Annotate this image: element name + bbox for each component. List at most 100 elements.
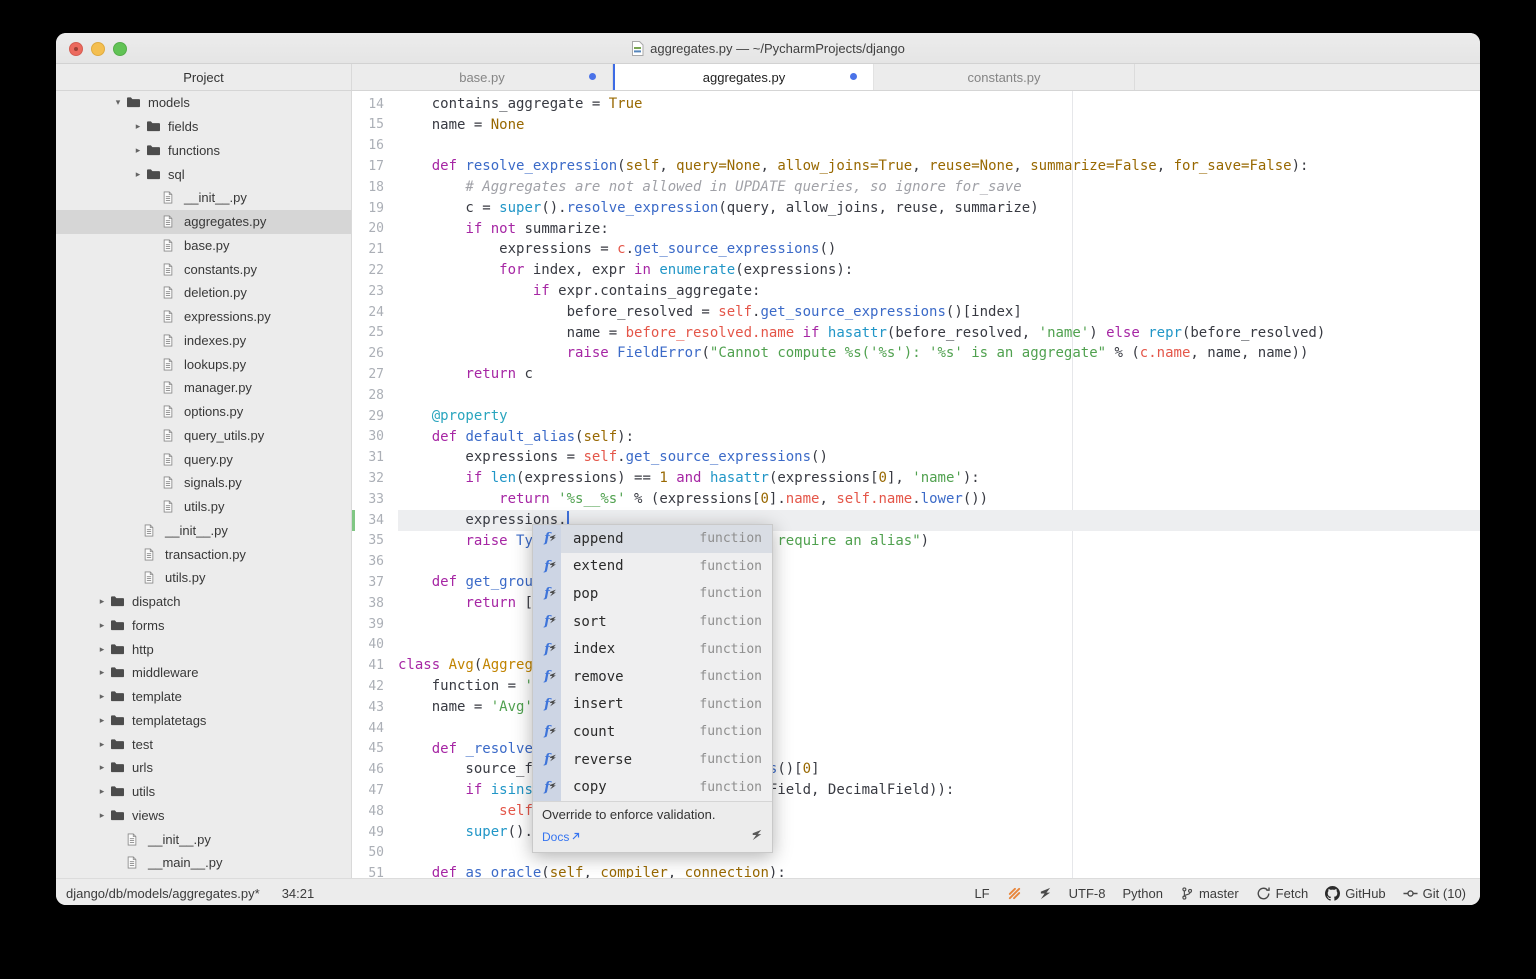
chevron-down-icon[interactable]: ▾ [110, 97, 126, 108]
code-line-35[interactable]: 35 raise TypeError("Complex expressions … [352, 531, 1480, 552]
code-line-27[interactable]: 27 return c [352, 364, 1480, 385]
code-line-29[interactable]: 29 @property [352, 406, 1480, 427]
close-button[interactable] [69, 42, 83, 56]
status-lf[interactable]: LF [974, 886, 989, 901]
code-line-22[interactable]: 22 for index, expr in enumerate(expressi… [352, 260, 1480, 281]
completion-item-append[interactable]: fappendfunction [533, 525, 772, 553]
line-number[interactable]: 38 [352, 596, 398, 611]
line-number[interactable]: 17 [352, 159, 398, 174]
tree-item-models[interactable]: ▾models [56, 91, 351, 115]
tree-item-utils-py[interactable]: utils.py [56, 495, 351, 519]
code-line-30[interactable]: 30 def default_alias(self): [352, 427, 1480, 448]
chevron-right-icon[interactable]: ▸ [130, 169, 146, 180]
line-number[interactable]: 50 [352, 845, 398, 860]
code-line-49[interactable]: 49 super()._resolve_output_field() [352, 822, 1480, 843]
line-number[interactable]: 23 [352, 284, 398, 299]
line-number[interactable]: 27 [352, 367, 398, 382]
code-line-24[interactable]: 24 before_resolved = self.get_source_exp… [352, 302, 1480, 323]
chevron-right-icon[interactable]: ▸ [94, 596, 110, 607]
tree-item-signals-py[interactable]: signals.py [56, 471, 351, 495]
code-line-25[interactable]: 25 name = before_resolved.name if hasatt… [352, 323, 1480, 344]
line-number[interactable]: 16 [352, 138, 398, 153]
tree-item-__init__-py[interactable]: __init__.py [56, 186, 351, 210]
line-number[interactable]: 41 [352, 658, 398, 673]
tab-base-py[interactable]: base.py [352, 64, 613, 90]
code-line-17[interactable]: 17 def resolve_expression(self, query=No… [352, 156, 1480, 177]
status-hector-icon[interactable] [1007, 886, 1022, 901]
code-line-42[interactable]: 42 function = 'AVG' [352, 676, 1480, 697]
completion-item-sort[interactable]: fsortfunction [533, 608, 772, 636]
line-number[interactable]: 29 [352, 409, 398, 424]
tree-item-dispatch[interactable]: ▸dispatch [56, 590, 351, 614]
chevron-right-icon[interactable]: ▸ [94, 620, 110, 631]
code-line-47[interactable]: 47 if isinstance(source_field, (IntegerF… [352, 780, 1480, 801]
code-line-14[interactable]: 14 contains_aggregate = True [352, 94, 1480, 115]
tree-item-views[interactable]: ▸views [56, 804, 351, 828]
completion-item-count[interactable]: fcountfunction [533, 718, 772, 746]
line-number[interactable]: 28 [352, 388, 398, 403]
tree-item-query-py[interactable]: query.py [56, 447, 351, 471]
project-panel-header[interactable]: Project [56, 64, 352, 90]
tree-item-urls[interactable]: ▸urls [56, 756, 351, 780]
tree-item-forms[interactable]: ▸forms [56, 614, 351, 638]
code-line-20[interactable]: 20 if not summarize: [352, 219, 1480, 240]
tree-item-utils[interactable]: ▸utils [56, 780, 351, 804]
line-number[interactable]: 44 [352, 721, 398, 736]
line-number[interactable]: 18 [352, 180, 398, 195]
chevron-right-icon[interactable]: ▸ [94, 644, 110, 655]
line-number[interactable]: 51 [352, 866, 398, 878]
tree-item-expressions-py[interactable]: expressions.py [56, 305, 351, 329]
tree-item-query_utils-py[interactable]: query_utils.py [56, 424, 351, 448]
tree-item-deletion-py[interactable]: deletion.py [56, 281, 351, 305]
line-number[interactable]: 48 [352, 804, 398, 819]
code-line-39[interactable]: 39 [352, 614, 1480, 635]
tree-item-functions[interactable]: ▸functions [56, 139, 351, 163]
code-editor[interactable]: 13class Aggregate(Func):14 contains_aggr… [352, 91, 1480, 878]
chevron-right-icon[interactable]: ▸ [130, 145, 146, 156]
code-line-15[interactable]: 15 name = None [352, 115, 1480, 136]
tree-item-options-py[interactable]: options.py [56, 400, 351, 424]
status-git-10-[interactable]: Git (10) [1403, 886, 1466, 901]
line-number[interactable]: 47 [352, 783, 398, 798]
completion-item-index[interactable]: findexfunction [533, 635, 772, 663]
line-number[interactable]: 26 [352, 346, 398, 361]
line-number[interactable]: 36 [352, 554, 398, 569]
tree-item-constants-py[interactable]: constants.py [56, 257, 351, 281]
line-number[interactable]: 39 [352, 617, 398, 632]
tree-item-lookups-py[interactable]: lookups.py [56, 352, 351, 376]
tree-item-manager-py[interactable]: manager.py [56, 376, 351, 400]
status-github[interactable]: GitHub [1325, 886, 1385, 901]
line-number[interactable]: 34 [352, 513, 398, 528]
status-utf-8[interactable]: UTF-8 [1069, 886, 1106, 901]
line-number[interactable]: 30 [352, 429, 398, 444]
status-master[interactable]: master [1180, 886, 1239, 901]
tree-item-transaction-py[interactable]: transaction.py [56, 542, 351, 566]
tab-constants-py[interactable]: constants.py [874, 64, 1135, 90]
chevron-right-icon[interactable]: ▸ [94, 667, 110, 678]
completion-item-copy[interactable]: fcopyfunction [533, 773, 772, 801]
tree-item-http[interactable]: ▸http [56, 637, 351, 661]
code-line-28[interactable]: 28 [352, 385, 1480, 406]
tree-item-template[interactable]: ▸template [56, 685, 351, 709]
code-line-33[interactable]: 33 return '%s__%s' % (expressions[0].nam… [352, 489, 1480, 510]
completion-item-remove[interactable]: fremovefunction [533, 663, 772, 691]
code-line-18[interactable]: 18 # Aggregates are not allowed in UPDAT… [352, 177, 1480, 198]
tree-item-__main__-py[interactable]: __main__.py [56, 851, 351, 875]
tree-item-utils-py[interactable]: utils.py [56, 566, 351, 590]
docs-link[interactable]: Docs [542, 830, 580, 844]
tree-item-__init__-py[interactable]: __init__.py [56, 519, 351, 543]
code-line-34[interactable]: 34 expressions. [352, 510, 1480, 531]
chevron-right-icon[interactable]: ▸ [94, 715, 110, 726]
line-number[interactable]: 33 [352, 492, 398, 507]
chevron-right-icon[interactable]: ▸ [94, 786, 110, 797]
code-line-48[interactable]: 48 self.output_field = FloatField() [352, 801, 1480, 822]
tree-item-fields[interactable]: ▸fields [56, 115, 351, 139]
code-line-19[interactable]: 19 c = super().resolve_expression(query,… [352, 198, 1480, 219]
status-fetch[interactable]: Fetch [1256, 886, 1309, 901]
line-number[interactable]: 20 [352, 221, 398, 236]
code-line-38[interactable]: 38 return [] [352, 593, 1480, 614]
tree-item-aggregates-py[interactable]: aggregates.py [56, 210, 351, 234]
line-number[interactable]: 43 [352, 700, 398, 715]
caret-position[interactable]: 34:21 [282, 886, 315, 901]
code-line-44[interactable]: 44 [352, 718, 1480, 739]
